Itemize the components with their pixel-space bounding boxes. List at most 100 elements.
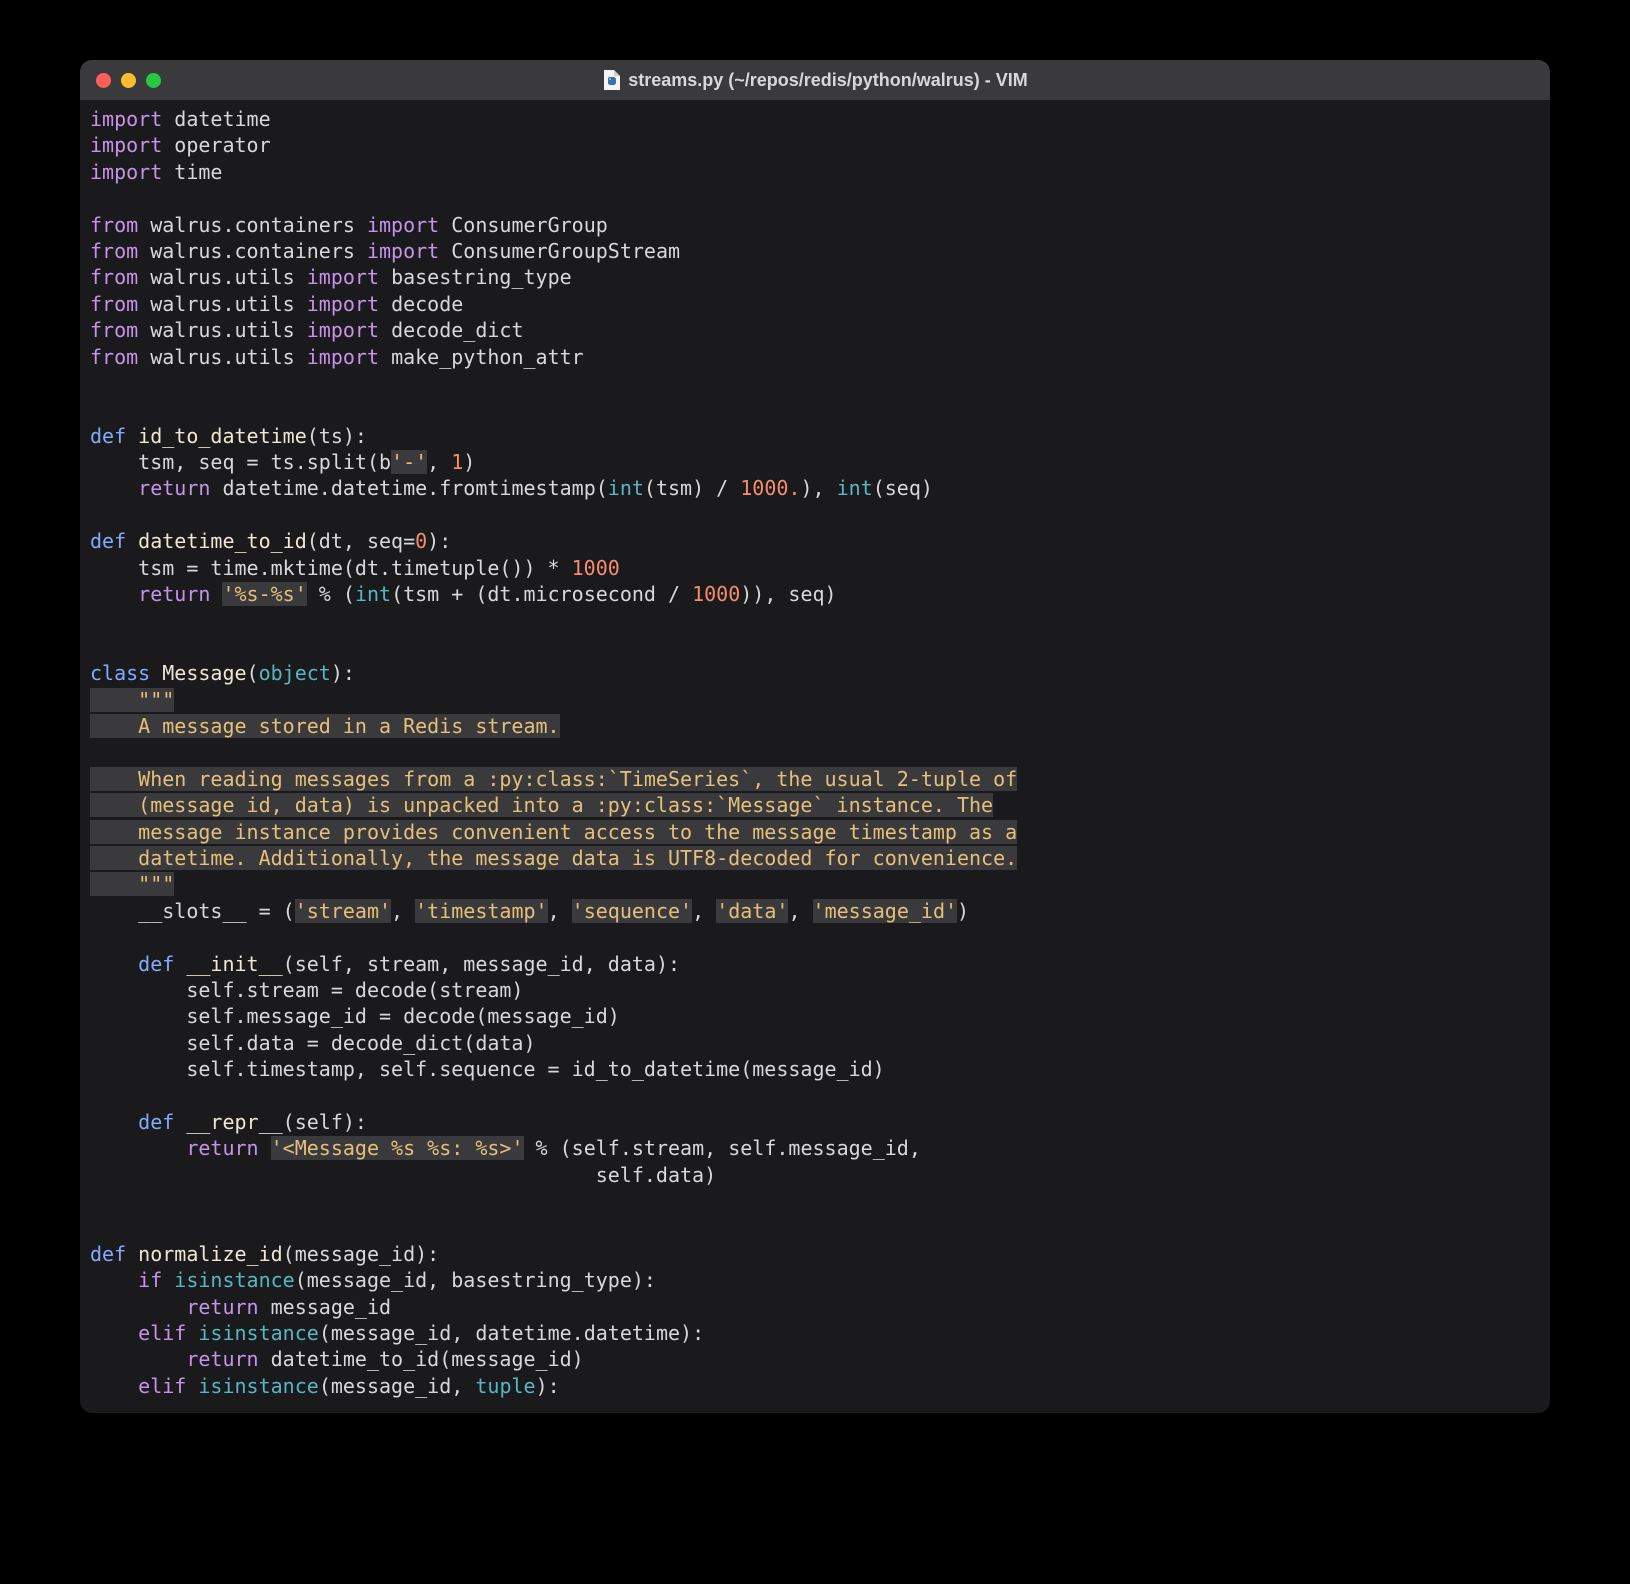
code-line: datetime. Additionally, the message data…	[90, 845, 1540, 871]
code-line	[90, 502, 1540, 528]
code-token: (	[247, 661, 259, 685]
minimize-button[interactable]	[121, 73, 136, 88]
code-token: """	[90, 872, 174, 896]
code-token	[90, 952, 138, 976]
code-token: return	[138, 476, 222, 500]
code-token: ),	[800, 476, 836, 500]
code-token: ):	[427, 529, 451, 553]
code-token: from	[90, 292, 150, 316]
code-token: datetime	[174, 107, 270, 131]
code-token: normalize_id	[138, 1242, 283, 1266]
close-button[interactable]	[96, 73, 111, 88]
code-line: class Message(object):	[90, 660, 1540, 686]
code-token: import	[90, 133, 174, 157]
code-token: % (	[307, 582, 355, 606]
code-token: self.message_id = decode(message_id)	[90, 1004, 620, 1028]
code-token: 'data'	[716, 899, 788, 923]
code-token: tsm, seq = ts.split(b	[90, 450, 391, 474]
code-token	[90, 688, 138, 712]
code-token: return	[138, 582, 222, 606]
maximize-button[interactable]	[146, 73, 161, 88]
code-line: from walrus.utils import make_python_att…	[90, 344, 1540, 370]
code-line: if isinstance(message_id, basestring_typ…	[90, 1267, 1540, 1293]
code-token: object	[259, 661, 331, 685]
code-token: class	[90, 661, 162, 685]
code-token: import	[367, 239, 451, 263]
code-token: walrus.containers	[150, 213, 367, 237]
code-token: def	[90, 529, 138, 553]
code-token: 1000	[572, 556, 620, 580]
window-title: streams.py (~/repos/redis/python/walrus)…	[628, 70, 1028, 91]
code-token: """	[138, 688, 174, 712]
code-token: '%s-%s'	[222, 582, 306, 606]
code-token: (message_id):	[283, 1242, 440, 1266]
code-line: self.data = decode_dict(data)	[90, 1030, 1540, 1056]
code-line: tsm = time.mktime(dt.timetuple()) * 1000	[90, 555, 1540, 581]
code-token: ):	[331, 661, 355, 685]
code-line: elif isinstance(message_id, tuple):	[90, 1373, 1540, 1399]
code-token: import	[367, 213, 451, 237]
code-token: from	[90, 318, 150, 342]
window-titlebar: streams.py (~/repos/redis/python/walrus)…	[80, 60, 1550, 100]
code-token: (seq)	[873, 476, 933, 500]
code-line	[90, 607, 1540, 633]
code-line	[90, 396, 1540, 422]
code-token: walrus.utils	[150, 318, 307, 342]
code-token: datetime_to_id(message_id)	[271, 1347, 584, 1371]
code-token: ConsumerGroup	[451, 213, 608, 237]
code-token	[90, 925, 102, 949]
code-token: (tsm) /	[644, 476, 740, 500]
code-token: 'message_id'	[813, 899, 958, 923]
code-token: ,	[692, 899, 716, 923]
code-line: from walrus.containers import ConsumerGr…	[90, 238, 1540, 264]
code-line: self.timestamp, self.sequence = id_to_da…	[90, 1056, 1540, 1082]
code-token: (self, stream, message_id, data):	[283, 952, 680, 976]
code-token: )), seq)	[740, 582, 836, 606]
code-token: (message_id, datetime.datetime):	[319, 1321, 704, 1345]
code-token	[90, 1083, 102, 1107]
code-token: message instance provides convenient acc…	[90, 820, 1017, 844]
code-line: def datetime_to_id(dt, seq=0):	[90, 528, 1540, 554]
code-token: def	[138, 1110, 186, 1134]
code-token: 'stream'	[295, 899, 391, 923]
code-line: def __repr__(self):	[90, 1109, 1540, 1135]
code-token	[90, 740, 102, 764]
code-line: return '%s-%s' % (int(tsm + (dt.microsec…	[90, 581, 1540, 607]
code-line: import datetime	[90, 106, 1540, 132]
code-line: import operator	[90, 132, 1540, 158]
code-token: __init__	[186, 952, 282, 976]
code-line	[90, 739, 1540, 765]
code-token: __slots__ = (	[90, 899, 295, 923]
code-token: ,	[427, 450, 451, 474]
code-editor[interactable]: import datetimeimport operatorimport tim…	[80, 100, 1550, 1413]
code-line: return '<Message %s %s: %s>' % (self.str…	[90, 1135, 1540, 1161]
python-file-icon	[602, 70, 620, 90]
code-token: tsm = time.mktime(dt.timetuple()) *	[90, 556, 572, 580]
code-line	[90, 1214, 1540, 1240]
code-token: 'sequence'	[572, 899, 692, 923]
code-token: from	[90, 265, 150, 289]
code-token: int	[608, 476, 644, 500]
code-line: from walrus.containers import ConsumerGr…	[90, 212, 1540, 238]
code-line: self.stream = decode(stream)	[90, 977, 1540, 1003]
code-token: elif	[138, 1374, 198, 1398]
code-line: A message stored in a Redis stream.	[90, 713, 1540, 739]
code-token: def	[90, 424, 138, 448]
code-token	[90, 1321, 138, 1345]
code-token: return	[186, 1136, 270, 1160]
code-token	[90, 1110, 138, 1134]
code-line: message instance provides convenient acc…	[90, 819, 1540, 845]
code-line	[90, 370, 1540, 396]
code-token	[90, 476, 138, 500]
code-token: datetime_to_id	[138, 529, 307, 553]
code-token: __repr__	[186, 1110, 282, 1134]
code-line: from walrus.utils import decode_dict	[90, 317, 1540, 343]
code-line: from walrus.utils import basestring_type	[90, 264, 1540, 290]
code-token: '-'	[391, 450, 427, 474]
code-token: id_to_datetime	[138, 424, 307, 448]
code-token: datetime. Additionally, the message data…	[90, 846, 1017, 870]
code-token: ):	[536, 1374, 560, 1398]
code-token: walrus.utils	[150, 292, 307, 316]
traffic-lights	[96, 73, 161, 88]
code-token: message_id	[271, 1295, 391, 1319]
